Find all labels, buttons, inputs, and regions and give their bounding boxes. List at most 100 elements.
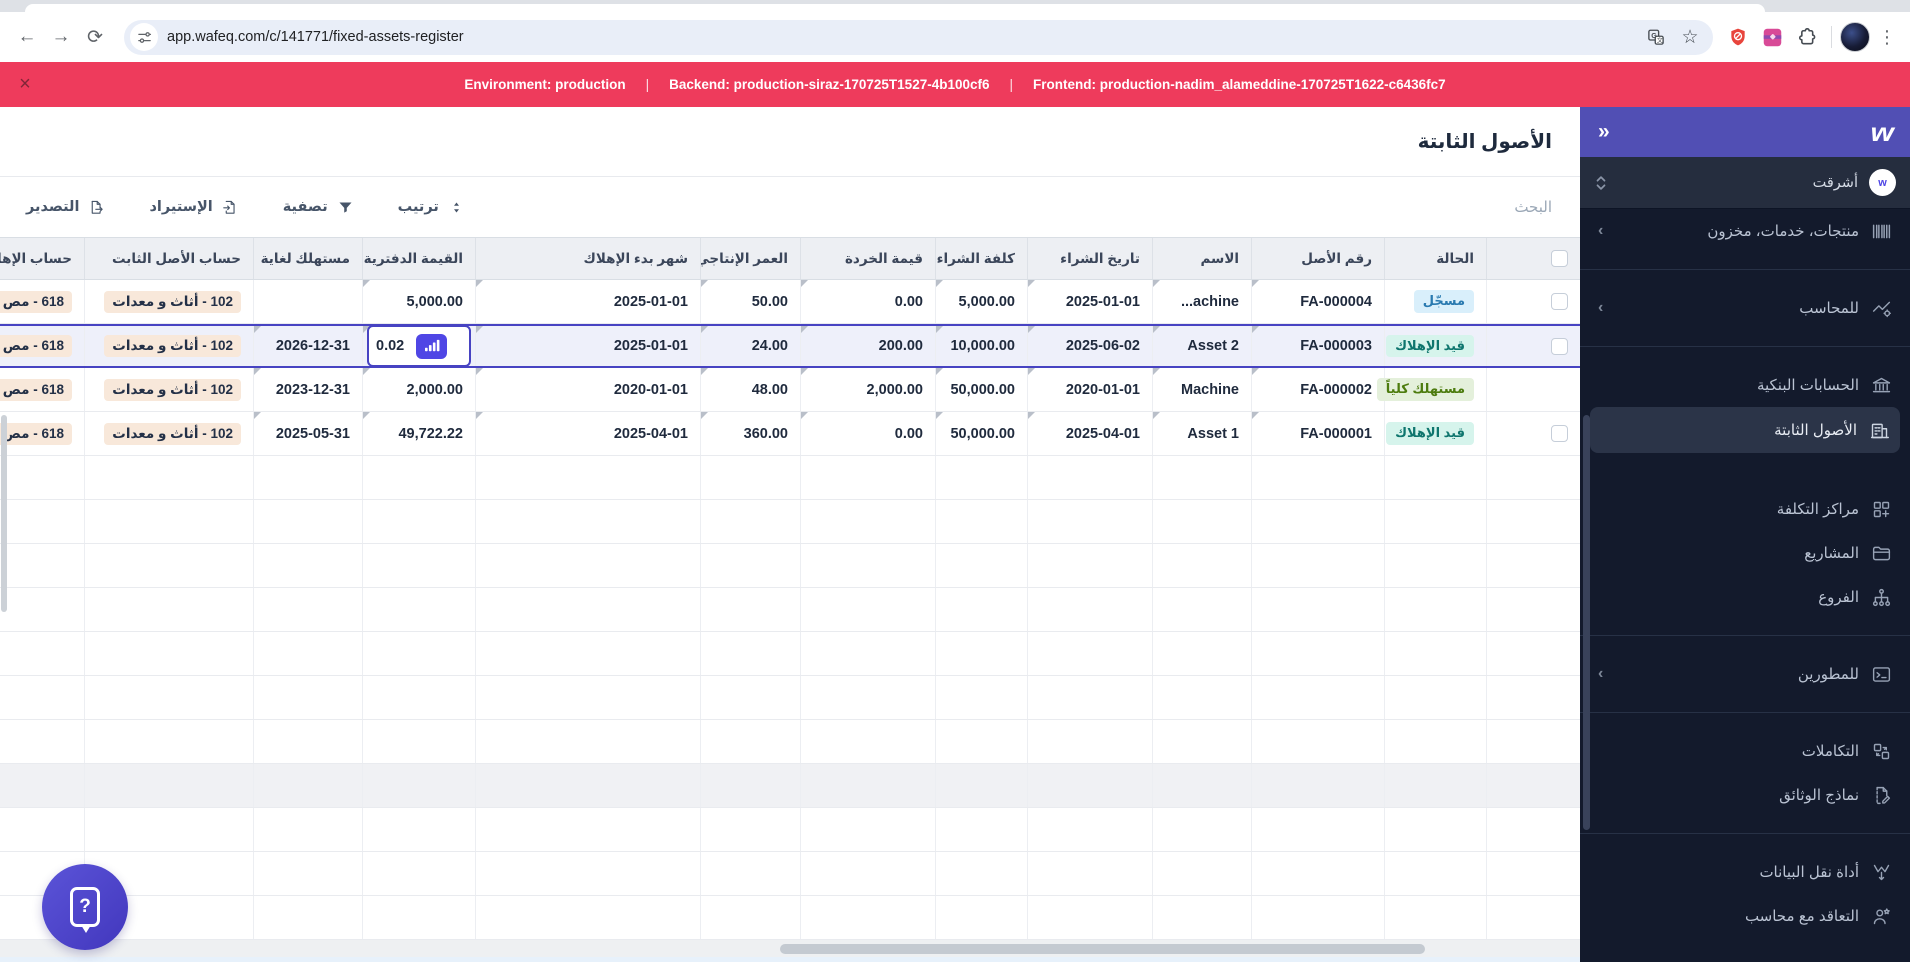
cell-asset_account[interactable]: 102 - أثاث و معدات [84,280,253,323]
sidebar-item-cost-centers[interactable]: مراكز التكلفة [1580,487,1910,531]
cell-scrap_value[interactable]: 200.00 [800,326,935,366]
bookmark-star-icon[interactable]: ☆ [1675,22,1705,52]
sidebar-item-fixed-assets[interactable]: الأصول الثابتة [1590,407,1900,453]
cell-purchase_cost[interactable]: 50,000.00 [935,412,1027,455]
cell-asset_no[interactable]: FA-000004 [1251,280,1384,323]
row-checkbox[interactable] [1551,338,1568,355]
cell-useful_life[interactable]: 360.00 [700,412,800,455]
column-header-asset_account[interactable]: حساب الأصل الثابت [84,238,253,279]
column-header-dep_start_month[interactable]: شهر بدء الإهلاك [475,238,700,279]
profile-avatar[interactable] [1840,22,1870,52]
address-bar[interactable]: app.wafeq.com/c/141771/fixed-assets-regi… [124,20,1713,55]
cell-depreciated_until[interactable]: 2023-12-31 [253,368,362,411]
cell-asset_account[interactable]: 102 - أثاث و معدات [84,368,253,411]
cell-name[interactable]: Machine [1152,368,1251,411]
cell-dep_account[interactable]: 618 - مص [0,326,84,366]
cell-asset_no[interactable]: FA-000003 [1251,326,1384,366]
cell-checkbox[interactable] [1486,412,1580,455]
cell-dep_start_month[interactable]: 2025-01-01 [475,326,700,366]
column-header-useful_life[interactable]: العمر الإنتاجي أ [700,238,800,279]
extension-pink-icon[interactable] [1757,22,1787,52]
browser-menu-icon[interactable]: ⋮ [1878,27,1896,48]
cell-useful_life[interactable]: 50.00 [700,280,800,323]
sidebar-item-products[interactable]: منتجات، خدمات، مخزون‹ [1580,209,1910,253]
company-selector[interactable]: w أشرقت [1580,157,1910,209]
cell-status[interactable]: قيد الإهلاك [1384,326,1486,366]
sidebar-collapse-icon[interactable]: » [1598,120,1610,144]
cell-useful_life[interactable]: 24.00 [700,326,800,366]
cell-scrap_value[interactable]: 0.00 [800,412,935,455]
cell-purchase_cost[interactable]: 10,000.00 [935,326,1027,366]
sidebar-scrollbar-thumb[interactable] [1583,415,1590,830]
export-button[interactable]: التصدير [26,199,105,216]
column-header-depreciated_until[interactable]: مستهلك لغاية [253,238,362,279]
sidebar-item-integrations[interactable]: التكاملات [1580,729,1910,773]
browser-active-tab[interactable] [25,4,1765,12]
cell-dep_account[interactable]: 618 - مص [0,280,84,323]
row-checkbox[interactable] [1551,425,1568,442]
column-header-asset_no[interactable]: رقم الأصل [1251,238,1384,279]
cell-dep_start_month[interactable]: 2025-01-01 [475,280,700,323]
forward-button[interactable]: → [44,20,78,54]
column-header-book_value[interactable]: القيمة الدفترية [362,238,475,279]
cell-asset_account[interactable]: 102 - أثاث و معدات [84,326,253,366]
cell-purchase_date[interactable]: 2025-01-01 [1027,280,1152,323]
cell-dep_account[interactable]: 618 - مص [0,412,84,455]
cell-dep_start_month[interactable]: 2025-04-01 [475,412,700,455]
cell-book_value[interactable]: 2,000.00 [362,368,475,411]
cell-book_value[interactable]: 49,722.22 [362,412,475,455]
sidebar-item-projects[interactable]: المشاريع [1580,531,1910,575]
extension-shield-icon[interactable] [1723,22,1753,52]
table-row[interactable]: مستهلك كلياًFA-000002Machine2020-01-0150… [0,368,1580,412]
cell-status[interactable]: مستهلك كلياً [1384,368,1486,411]
column-header-dep_account[interactable]: حساب الإهلاك [0,238,84,279]
cell-checkbox[interactable] [1486,326,1580,366]
cell-book_value[interactable]: 5,000.00 [362,280,475,323]
filter-button[interactable]: تصفية [283,199,354,216]
cell-asset_no[interactable]: FA-000001 [1251,412,1384,455]
site-settings-icon[interactable] [130,23,158,51]
cell-purchase_date[interactable]: 2020-01-01 [1027,368,1152,411]
cell-purchase_cost[interactable]: 5,000.00 [935,280,1027,323]
horizontal-scrollbar-thumb[interactable] [780,944,1425,954]
horizontal-scrollbar[interactable] [0,940,1580,957]
cell-depreciated_until[interactable]: 2026-12-31 [253,326,362,366]
selected-cell[interactable]: 0.02 [367,325,471,367]
help-button[interactable]: ? [42,864,128,950]
sidebar-item-branches[interactable]: الفروع [1580,575,1910,619]
cell-depreciated_until[interactable] [253,280,362,323]
reload-button[interactable]: ⟳ [78,20,112,54]
sidebar-item-data-migration[interactable]: أداة نقل البيانات [1580,850,1910,894]
table-row[interactable]: قيد الإهلاكFA-000001Asset 12025-04-0150,… [0,412,1580,456]
sidebar-item-bank-accounts[interactable]: الحسابات البنكية [1580,363,1910,407]
cell-checkbox[interactable] [1486,368,1580,411]
sort-button[interactable]: ترتيب [398,199,465,216]
column-header-scrap_value[interactable]: قيمة الخردة [800,238,935,279]
sidebar-item-accountant[interactable]: للمحاسب‹ [1580,286,1910,330]
cell-checkbox[interactable] [1486,280,1580,323]
cell-purchase_date[interactable]: 2025-06-02 [1027,326,1152,366]
import-button[interactable]: الإستيراد [149,199,238,216]
cell-scrap_value[interactable]: 2,000.00 [800,368,935,411]
cell-book_value[interactable]: 0.02 [362,326,475,366]
table-row[interactable]: مسجّلFA-000004...achine2025-01-015,000.0… [0,280,1580,324]
cell-depreciated_until[interactable]: 2025-05-31 [253,412,362,455]
column-header-purchase_date[interactable]: تاريخ الشراء [1027,238,1152,279]
cell-name[interactable]: ...achine [1152,280,1251,323]
search-input[interactable] [1344,198,1554,217]
cell-dep_account[interactable]: 618 - مص [0,368,84,411]
back-button[interactable]: ← [10,20,44,54]
cell-scrap_value[interactable]: 0.00 [800,280,935,323]
table-row[interactable]: قيد الإهلاكFA-000003Asset 22025-06-0210,… [0,324,1580,368]
banner-close-icon[interactable]: × [12,72,38,98]
sidebar-item-hire-accountant[interactable]: التعاقد مع محاسب [1580,894,1910,938]
column-header-name[interactable]: الاسم [1152,238,1251,279]
cell-status[interactable]: قيد الإهلاك [1384,412,1486,455]
column-header-purchase_cost[interactable]: كلفة الشراء [935,238,1027,279]
depreciation-chart-button[interactable] [416,334,447,359]
extensions-puzzle-icon[interactable] [1791,22,1821,52]
cell-name[interactable]: Asset 2 [1152,326,1251,366]
select-all-checkbox[interactable] [1551,250,1568,267]
sidebar-item-developers[interactable]: للمطورين‹ [1580,652,1910,696]
sidebar-item-doc-templates[interactable]: نماذج الوثائق [1580,773,1910,817]
